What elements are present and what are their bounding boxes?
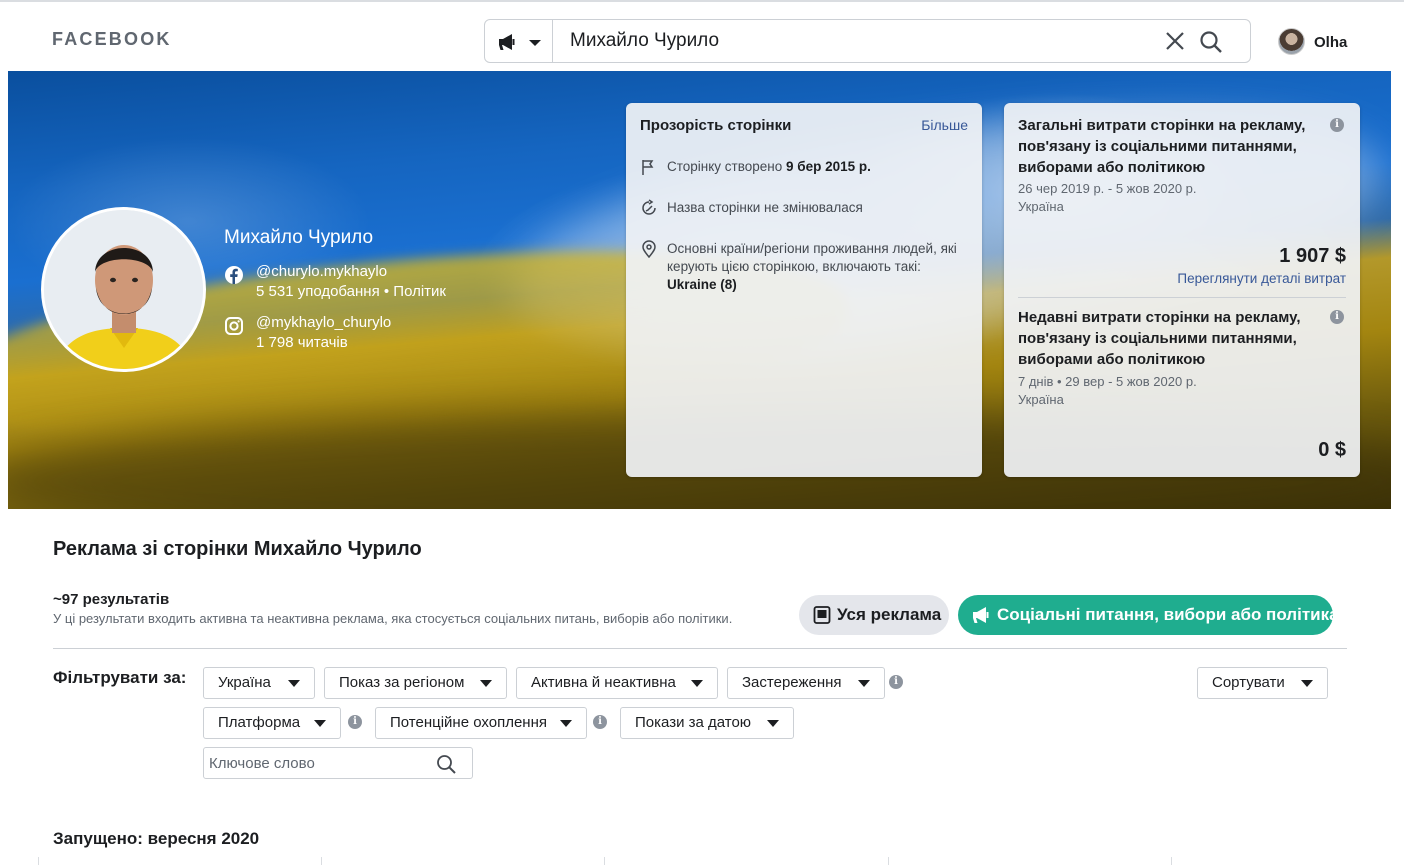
- divider: [38, 857, 39, 865]
- history-icon: [642, 199, 656, 215]
- recent-spend-period: 7 днів • 29 вер - 5 жов 2020 р.: [1018, 374, 1197, 389]
- page-created-row: Сторінку створено 9 бер 2015 р.: [640, 158, 970, 178]
- total-spend-region: Україна: [1018, 199, 1064, 214]
- search-type-dropdown[interactable]: [485, 20, 553, 62]
- keyword-input[interactable]: [209, 753, 419, 773]
- status-dropdown[interactable]: Активна й неактивна: [516, 667, 718, 699]
- facebook-stats: 5 531 уподобання • Політик: [256, 283, 446, 300]
- megaphone-icon: [973, 607, 989, 623]
- filter-label: Фільтрувати за:: [53, 668, 187, 687]
- results-count: ~97 результатів: [53, 591, 170, 608]
- info-icon[interactable]: i: [1330, 310, 1344, 324]
- recent-spend-title: Недавні витрати сторінки на рекламу, пов…: [1018, 309, 1301, 368]
- user-name: Olha: [1314, 34, 1348, 51]
- flag-icon: [642, 160, 654, 175]
- info-icon[interactable]: i: [348, 715, 362, 729]
- divider: [321, 857, 322, 865]
- country-dropdown-label: Україна: [218, 674, 271, 691]
- page-transparency-card: Прозорість сторінки Більше Сторінку ство…: [626, 103, 982, 477]
- facebook-icon: [225, 266, 243, 284]
- countries-value: Ukraine (8): [667, 277, 737, 292]
- name-unchanged-text: Назва сторінки не змінювалася: [667, 200, 863, 215]
- caret-down-icon: [288, 680, 300, 687]
- close-icon[interactable]: [1165, 31, 1185, 51]
- keyword-search: [203, 747, 473, 779]
- page-banner: Михайло Чурило @churylo.mykhaylo 5 531 у…: [8, 71, 1391, 509]
- facebook-logo[interactable]: FACEBOOK: [52, 29, 172, 50]
- caret-down-icon: [314, 720, 326, 727]
- divider: [604, 857, 605, 865]
- countries-row: Основні країни/регіони проживання людей,…: [640, 240, 970, 300]
- sort-dropdown[interactable]: Сортувати: [1197, 667, 1328, 699]
- all-ads-label: Уся реклама: [837, 605, 942, 624]
- page-created-date: 9 бер 2015 р.: [786, 159, 871, 174]
- caret-down-icon: [560, 720, 572, 727]
- reach-dropdown-label: Потенційне охоплення: [390, 714, 547, 731]
- disclaimer-dropdown[interactable]: Застереження: [727, 667, 885, 699]
- instagram-account: @mykhaylo_churylo 1 798 читачів: [224, 314, 524, 354]
- platform-dropdown-label: Платформа: [218, 714, 301, 731]
- recent-spend-region: Україна: [1018, 392, 1064, 407]
- all-ads-button[interactable]: Уся реклама: [799, 595, 949, 635]
- info-icon[interactable]: i: [889, 675, 903, 689]
- launched-heading: Запущено: вересня 2020: [53, 829, 260, 848]
- ad-spending-card: Загальні витрати сторінки на рекламу, по…: [1004, 103, 1360, 477]
- info-icon[interactable]: i: [593, 715, 607, 729]
- facebook-account: @churylo.mykhaylo 5 531 уподобання • Пол…: [224, 263, 524, 303]
- caret-down-icon: [858, 680, 870, 687]
- divider: [53, 648, 1347, 649]
- date-dropdown[interactable]: Покази за датою: [620, 707, 794, 739]
- platform-dropdown[interactable]: Платформа: [203, 707, 341, 739]
- instagram-icon: [225, 317, 243, 335]
- avatar: [1278, 28, 1305, 55]
- sort-dropdown-label: Сортувати: [1212, 674, 1285, 691]
- location-pin-icon: [642, 240, 656, 258]
- country-dropdown[interactable]: Україна: [203, 667, 315, 699]
- search-icon[interactable]: [436, 754, 456, 774]
- status-dropdown-label: Активна й неактивна: [531, 674, 676, 691]
- divider: [1171, 857, 1172, 865]
- divider: [888, 857, 889, 865]
- instagram-stats: 1 798 читачів: [256, 334, 348, 351]
- transparency-more-link[interactable]: Більше: [921, 117, 968, 133]
- divider: [1018, 297, 1346, 298]
- political-ads-label: Соціальні питання, вибори або політика: [997, 605, 1339, 624]
- region-dropdown-label: Показ за регіоном: [339, 674, 465, 691]
- countries-text: Основні країни/регіони проживання людей,…: [667, 241, 957, 274]
- spend-details-link[interactable]: Переглянути деталі витрат: [1177, 271, 1346, 286]
- facebook-handle[interactable]: @churylo.mykhaylo: [256, 263, 387, 280]
- total-spend-title: Загальні витрати сторінки на рекламу, по…: [1018, 117, 1306, 176]
- caret-down-icon: [480, 680, 492, 687]
- search-input[interactable]: [570, 29, 1130, 53]
- political-ads-button[interactable]: Соціальні питання, вибори або політика: [958, 595, 1339, 635]
- page-name: Михайло Чурило: [224, 227, 374, 248]
- total-spend-amount: 1 907 $: [1279, 245, 1346, 267]
- results-description: У ці результати входить активна та неакт…: [53, 611, 733, 626]
- caret-down-icon: [767, 720, 779, 727]
- caret-down-icon: [691, 680, 703, 687]
- top-bar: FACEBOOK Olha: [0, 0, 1404, 71]
- recent-spend-amount: 0 $: [1318, 439, 1346, 461]
- total-spend-period: 26 чер 2019 р. - 5 жов 2020 р.: [1018, 181, 1197, 196]
- name-history-row: Назва сторінки не змінювалася: [640, 199, 970, 219]
- search-icon[interactable]: [1199, 30, 1223, 54]
- region-dropdown[interactable]: Показ за регіоном: [324, 667, 507, 699]
- transparency-title: Прозорість сторінки: [640, 117, 792, 134]
- page-created-label: Сторінку створено: [667, 159, 783, 174]
- reach-dropdown[interactable]: Потенційне охоплення: [375, 707, 587, 739]
- instagram-handle[interactable]: @mykhaylo_churylo: [256, 314, 391, 331]
- ad-library-icon: [813, 606, 831, 624]
- search-box: [484, 19, 1251, 63]
- disclaimer-dropdown-label: Застереження: [742, 674, 842, 691]
- caret-down-icon: [1301, 680, 1313, 687]
- info-icon[interactable]: i: [1330, 118, 1344, 132]
- date-dropdown-label: Покази за датою: [635, 714, 752, 731]
- ads-section-title: Реклама зі сторінки Михайло Чурило: [53, 538, 422, 560]
- profile-photo: [41, 207, 206, 372]
- megaphone-icon: [499, 34, 541, 50]
